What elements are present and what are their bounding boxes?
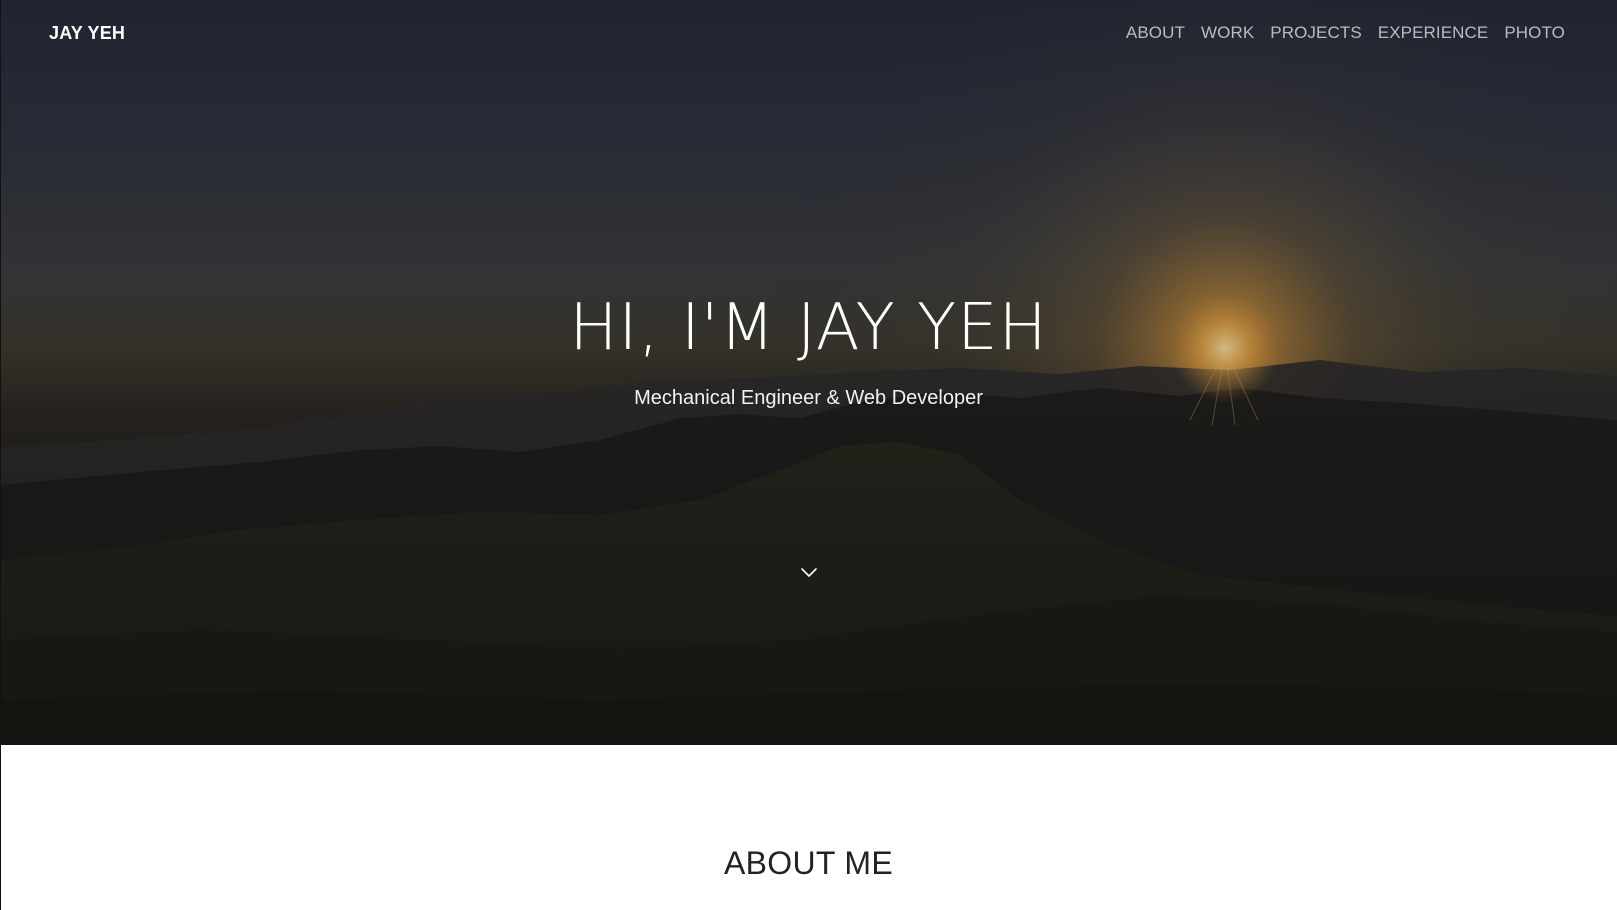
window-left-edge xyxy=(0,0,1,910)
nav-link-photo[interactable]: PHOTO xyxy=(1504,23,1565,42)
nav-link-about[interactable]: ABOUT xyxy=(1126,23,1185,42)
nav-link-experience[interactable]: EXPERIENCE xyxy=(1378,23,1489,42)
nav-item-experience: EXPERIENCE xyxy=(1378,20,1489,46)
nav-item-photo: PHOTO xyxy=(1504,20,1565,46)
nav-item-work: WORK xyxy=(1201,20,1254,46)
hero-section: JAY YEH ABOUT WORK PROJECTS EXPERIENCE P… xyxy=(0,0,1617,745)
nav-item-about: ABOUT xyxy=(1126,20,1185,46)
hero-subtitle: Mechanical Engineer & Web Developer xyxy=(634,387,983,409)
nav-item-projects: PROJECTS xyxy=(1270,20,1361,46)
about-section-title: ABOUT ME xyxy=(724,845,893,881)
page: JAY YEH ABOUT WORK PROJECTS EXPERIENCE P… xyxy=(0,0,1617,910)
hero-overlay xyxy=(0,0,1617,745)
hero-title: HI, I'M JAY YEH xyxy=(569,291,1048,365)
brand-logo[interactable]: JAY YEH xyxy=(49,20,125,46)
nav-link-projects[interactable]: PROJECTS xyxy=(1270,23,1361,42)
nav-link-work[interactable]: WORK xyxy=(1201,23,1254,42)
main-nav: ABOUT WORK PROJECTS EXPERIENCE PHOTO xyxy=(1126,20,1565,46)
chevron-down-icon[interactable] xyxy=(799,566,819,580)
